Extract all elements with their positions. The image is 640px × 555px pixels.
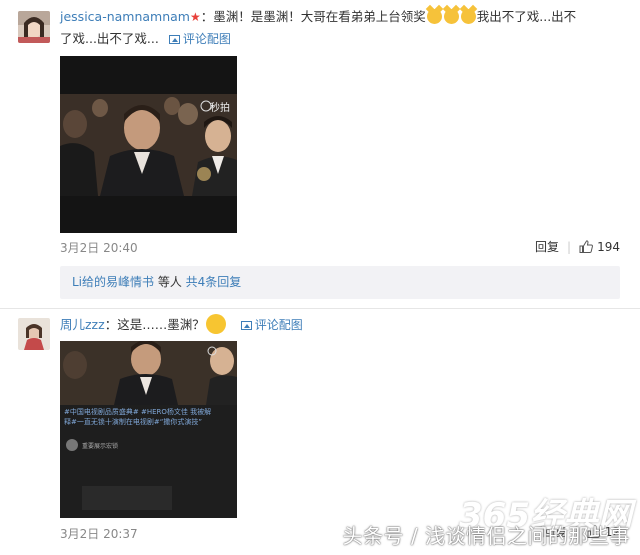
comment-text: ：墨渊！是墨渊！大哥在看弟弟上台领奖 <box>200 9 426 24</box>
watermark-text: 头条号 / 浅谈情侣之间的那些事 <box>342 524 630 548</box>
image-caption: #中国电视剧品质盛典# #HERO杨文佳 我被解释#一直无锁十演制在电视剧#“撒… <box>64 408 212 426</box>
view-replies-link[interactable]: 共4条回复 <box>186 275 242 289</box>
username-link[interactable]: jessica-namnamnam <box>60 9 190 24</box>
avatar[interactable] <box>18 11 50 43</box>
reply-summary-text: 等人 <box>154 275 186 289</box>
comment-image-link[interactable]: 评论配图 <box>240 318 303 332</box>
comment-image-link[interactable]: 评论配图 <box>168 32 231 46</box>
divider <box>0 308 640 309</box>
comment-timestamp: 3月2日 20:37 <box>60 527 138 541</box>
reply-summary-box[interactable]: Li给的易峰情书 等人 共4条回复 <box>60 266 620 299</box>
comment-text-line-1: jessica-namnamnam★：墨渊！是墨渊！大哥在看弟弟上台领奖 我出不了… <box>60 6 576 28</box>
comment-text-line-1: 周儿zzz：这是……墨渊？ 评论配图 <box>60 314 303 336</box>
thinking-emoji-icon <box>205 314 226 334</box>
avatar[interactable] <box>18 318 50 350</box>
comment-timestamp: 3月2日 20:40 <box>60 241 138 255</box>
comment-actions: 回复 | 194 <box>535 240 620 254</box>
doge-emoji-icon <box>460 9 476 24</box>
like-count: 194 <box>597 240 620 254</box>
star-badge-icon: ★ <box>189 10 201 24</box>
comment-image-thumbnail[interactable]: #中国电视剧品质盛典# #HERO杨文佳 我被解释#一直无锁十演制在电视剧#“撒… <box>60 341 237 518</box>
image-user: 重要展示宏锁 <box>82 443 119 450</box>
picture-icon <box>168 35 180 44</box>
comment-text: 了戏...出不了戏... <box>60 31 159 46</box>
doge-emoji-icon <box>426 9 442 24</box>
video-source-badge: 秒拍 <box>210 103 230 114</box>
comment-text: 我出不了戏...出不 <box>476 9 577 24</box>
username-link[interactable]: 周儿zzz <box>60 317 105 332</box>
reply-button[interactable]: 回复 <box>535 240 559 254</box>
reply-user-link[interactable]: Li给的易峰情书 <box>72 275 154 289</box>
comment-text-line-2: 了戏...出不了戏... 评论配图 <box>60 28 231 50</box>
thumbs-up-icon <box>579 240 594 253</box>
comment-video-thumbnail[interactable]: 秒拍 <box>60 56 237 233</box>
doge-emoji-icon <box>443 9 459 24</box>
picture-icon <box>240 321 252 330</box>
like-button[interactable]: 194 <box>579 240 620 254</box>
comment-text: ：这是……墨渊？ <box>104 317 205 332</box>
